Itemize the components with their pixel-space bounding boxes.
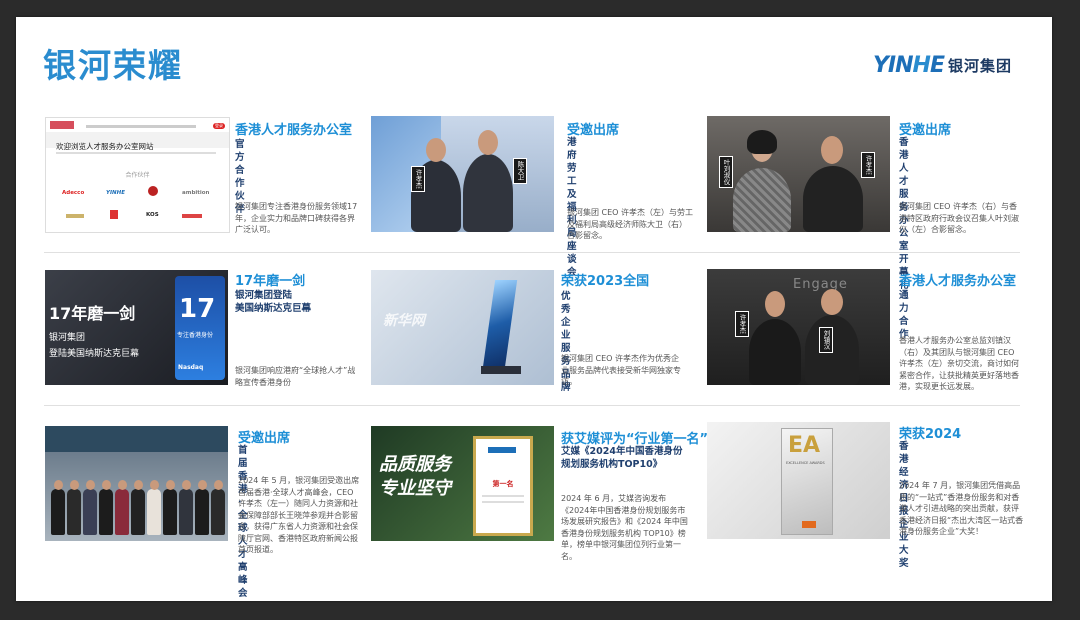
page-title: 银河荣耀 (43, 46, 183, 85)
company-logo: YINHE 银河集团 (873, 53, 1012, 78)
name-tag: 叶刘淑仪 (719, 156, 733, 188)
card-description: 银河集团响应港府“全球抢人才”战略宣传香港身份 (235, 366, 356, 387)
nasdaq-screen: 17 专注香港身份 Nasdaq (175, 276, 225, 380)
photo-line: 登陆美国纳斯达克巨幕 (49, 349, 140, 359)
crowd-person-head (213, 480, 223, 490)
crowd-person-head (53, 480, 63, 490)
crowd-person (163, 489, 177, 535)
partner-logo (110, 210, 118, 219)
crowd-person (147, 489, 161, 535)
name-tag: 许孝杰 (735, 311, 749, 337)
trophy-base (481, 366, 521, 374)
crowd-person-head (181, 480, 191, 490)
crowd-person-head (101, 480, 111, 490)
photo-headline: 17年磨一剑 (49, 304, 136, 323)
name-tag: 刘镇汉 (819, 327, 833, 353)
person (749, 319, 801, 385)
crowd-person (99, 489, 113, 535)
trophy-photo: 新华网 (371, 270, 554, 385)
event-photo: 许孝杰 陈大卫 (371, 116, 554, 232)
card-title: 香港人才服务办公室 (899, 274, 1017, 289)
crowd-person (131, 489, 145, 535)
crowd-person-head (85, 480, 95, 490)
event-photo: 叶刘淑仪 许孝杰 (707, 116, 890, 232)
crowd-person (211, 489, 225, 535)
card-description: 香港人才服务办公室总监刘镇汉（右）及其团队与银河集团 CEO 许孝杰（左）亲切交… (899, 336, 1019, 391)
person-head (426, 138, 446, 162)
award-trophy: EA EXCELLENCE AWARDS (781, 428, 833, 535)
person-head (821, 289, 843, 315)
row-divider (44, 252, 1020, 253)
award-text: EXCELLENCE AWARDS (786, 461, 825, 465)
crowd-person (51, 489, 65, 535)
crowd-person (115, 489, 129, 535)
name-tag: 许孝杰 (861, 152, 875, 178)
screen-number: 17 (179, 294, 216, 324)
partner-logo (182, 214, 202, 218)
crowd-person-head (69, 480, 79, 490)
person (463, 154, 513, 232)
crowd-person (83, 489, 97, 535)
card-subtitle: 艾媒《2024年中国香港身份 规划服务机构TOP10》 (561, 446, 683, 470)
person-head (821, 136, 843, 164)
crowd-person-head (197, 480, 207, 490)
screen-text: 专注香港身份 (177, 332, 214, 339)
crowd-person-head (149, 480, 159, 490)
card-subtitle: 银河集团登陆 美国纳斯达克巨幕 (235, 290, 312, 314)
award-photo: EA EXCELLENCE AWARDS (707, 422, 890, 539)
certificate-frame: 第一名 (473, 436, 533, 536)
card-description: 2024 年 7 月，银河集团凭借高品质的“一站式”香港身份服务和对香港人才引进… (899, 481, 1024, 536)
nasdaq-label: Nasdaq (178, 364, 204, 371)
logo-mark: YINHE (873, 53, 945, 78)
partner-logo (148, 186, 158, 196)
crowd-person-head (165, 480, 175, 490)
group-photo (45, 426, 228, 541)
nasdaq-photo: 17 专注香港身份 Nasdaq 17年磨一剑 银河集团 登陆美国纳斯达克巨幕 (45, 270, 228, 385)
person-head (765, 291, 785, 317)
partner-logo: YINHE (106, 190, 125, 196)
partners-label: 合作伙伴 (125, 172, 150, 179)
trophy (482, 280, 518, 368)
card-title: 17年磨一剑 (235, 274, 306, 289)
slide: 银河荣耀 YINHE 银河集团 登录 欢迎浏览人才服务办公室网站 合作伙伴 Ad… (16, 17, 1052, 601)
name-tag: 陈大卫 (513, 158, 527, 184)
website-screenshot: 登录 欢迎浏览人才服务办公室网站 合作伙伴 Adecco YINHE ambit… (45, 117, 230, 233)
crowd-person (67, 489, 81, 535)
card-description: 2024 年 6 月，艾媒咨询发布《2024年中国香港身份规划服务市场发展研究报… (561, 494, 688, 561)
card-description: 2024 年 5 月，银河集团受邀出席首届香港·全球人才高峰会，CEO 许孝杰（… (238, 476, 360, 554)
logo-text: 银河集团 (947, 57, 1012, 75)
crowd-person-head (117, 480, 127, 490)
partner-logo: Adecco (62, 190, 85, 196)
partner-logo: KOS (146, 212, 159, 218)
slogan: 品质服务 (379, 454, 451, 475)
person (733, 168, 791, 232)
person (803, 166, 863, 232)
crowd-person (179, 489, 193, 535)
partner-logo: ambition (182, 190, 210, 196)
photo-line: 银河集团 (49, 333, 86, 343)
name-tag: 许孝杰 (411, 166, 425, 192)
partner-logo (66, 214, 84, 218)
slogan: 专业坚守 (379, 478, 451, 499)
site-heading: 欢迎浏览人才服务办公室网站 (56, 142, 154, 151)
crowd-person (195, 489, 209, 535)
award-letters: EA (788, 433, 821, 458)
row-divider (44, 405, 1020, 406)
certificate-photo: 品质服务 专业坚守 第一名 (371, 426, 554, 541)
crowd-person-head (133, 480, 143, 490)
card-title: 香港人才服务办公室 (235, 123, 353, 138)
certificate-rank: 第一名 (492, 480, 514, 488)
card-subtitle: 通力合作 (899, 290, 909, 340)
card-description: 银河集团专注香港身份服务领域17年，企业实力和品牌口碑获得各界广泛认可。 (235, 202, 358, 234)
card-title: 荣获2023全国 (561, 274, 650, 289)
card-description: 银河集团 CEO 许孝杰（左）与劳工及福利局高级经济师陈大卫（右）合影留念。 (567, 208, 694, 240)
watermark: 新华网 (383, 313, 425, 329)
bg-word: Engage (793, 277, 848, 292)
event-photo: Engage 许孝杰 刘镇汉 (707, 269, 890, 385)
login-button: 登录 (213, 123, 225, 129)
person-head (478, 130, 498, 155)
card-description: 银河集团 CEO 许孝杰作为优秀企业服务品牌代表接受新华网独家专访。 (561, 354, 681, 386)
card-description: 银河集团 CEO 许孝杰（右）与香港特区政府行政会议召集人叶刘淑仪（左）合影留念… (899, 202, 1019, 234)
